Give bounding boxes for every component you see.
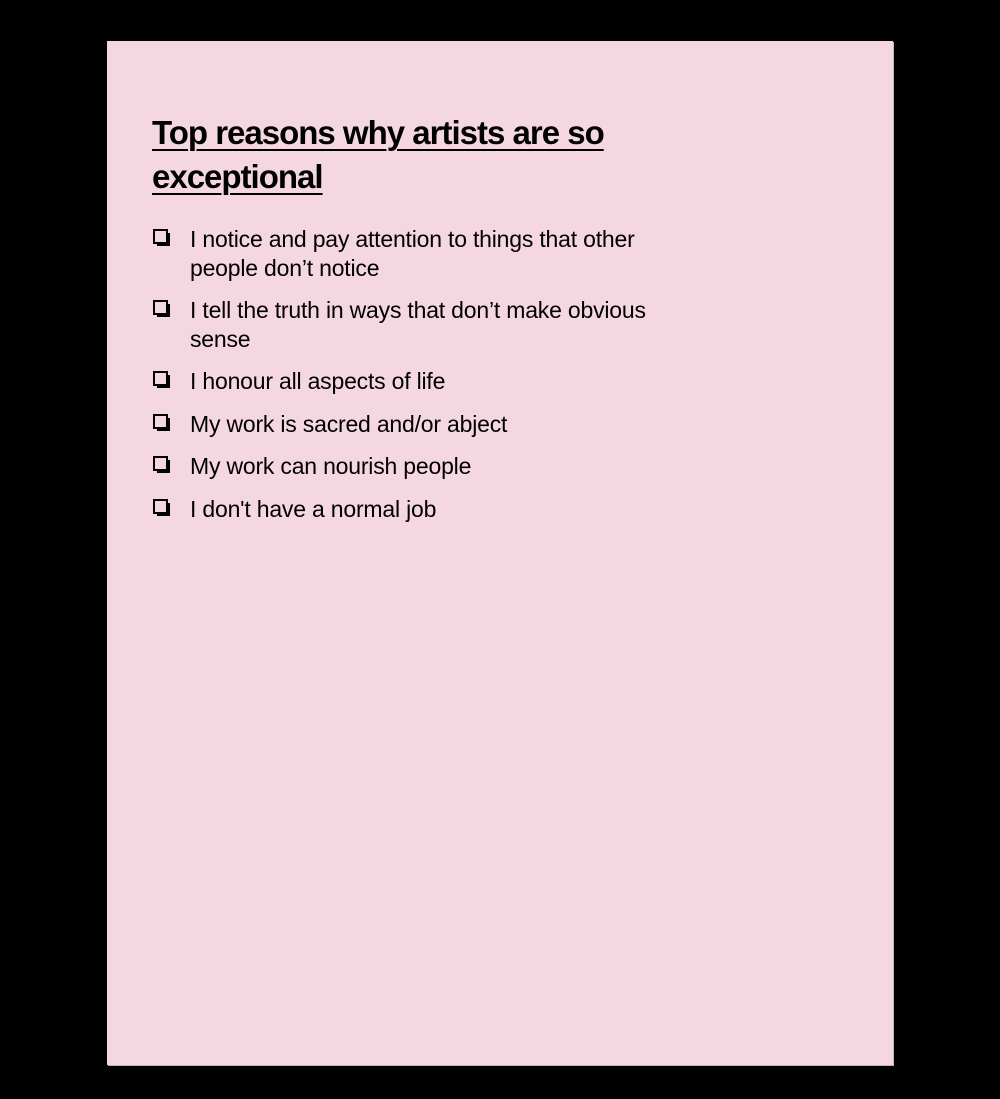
checklist-item: I don't have a normal job xyxy=(152,495,672,524)
document-title: Top reasons why artists are so exception… xyxy=(152,114,605,195)
document-sheet: Top reasons why artists are so exception… xyxy=(107,41,893,1065)
checklist-item-text: I don't have a normal job xyxy=(190,495,437,522)
checklist-item: I notice and pay attention to things tha… xyxy=(152,225,672,282)
checklist-item: My work is sacred and/or abject xyxy=(152,410,672,439)
checklist-item-text: I honour all aspects of life xyxy=(190,368,446,394)
checkbox-icon xyxy=(153,413,171,432)
checkbox-icon xyxy=(153,456,171,474)
checklist-item-text: My work is sacred and/or abject xyxy=(190,410,508,437)
checkbox-icon xyxy=(153,371,171,389)
checkbox-icon xyxy=(153,498,171,517)
checklist-item-text: I tell the truth in ways that don’t make… xyxy=(190,297,646,352)
reasons-checklist: I notice and pay attention to things tha… xyxy=(152,225,672,537)
checklist-item-text: My work can nourish people xyxy=(190,453,472,479)
checklist-item: My work can nourish people xyxy=(152,452,672,481)
checklist-item-text: I notice and pay attention to things tha… xyxy=(190,226,635,281)
checklist-item: I honour all aspects of life xyxy=(152,367,672,396)
checklist-item: I tell the truth in ways that don’t make… xyxy=(152,296,672,353)
checkbox-icon xyxy=(153,229,171,247)
checkbox-icon xyxy=(153,300,171,318)
